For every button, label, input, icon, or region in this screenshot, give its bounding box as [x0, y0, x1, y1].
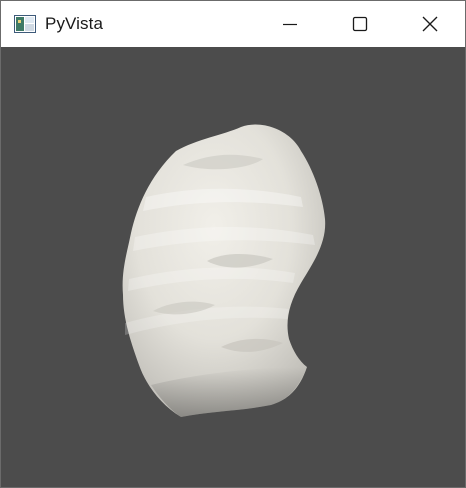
- window-title: PyVista: [45, 14, 104, 33]
- minimize-button[interactable]: [255, 1, 325, 47]
- window-controls: [255, 1, 465, 47]
- title-bar[interactable]: PyVista: [1, 1, 465, 47]
- mesh-surface[interactable]: [1, 47, 465, 487]
- maximize-icon: [352, 16, 368, 32]
- maximize-button[interactable]: [325, 1, 395, 47]
- pyvista-window: PyVista: [0, 0, 466, 488]
- render-viewport[interactable]: [1, 47, 465, 487]
- close-icon: [422, 16, 438, 32]
- minimize-icon: [283, 23, 297, 26]
- close-button[interactable]: [395, 1, 465, 47]
- pyvista-app-icon: [14, 15, 36, 33]
